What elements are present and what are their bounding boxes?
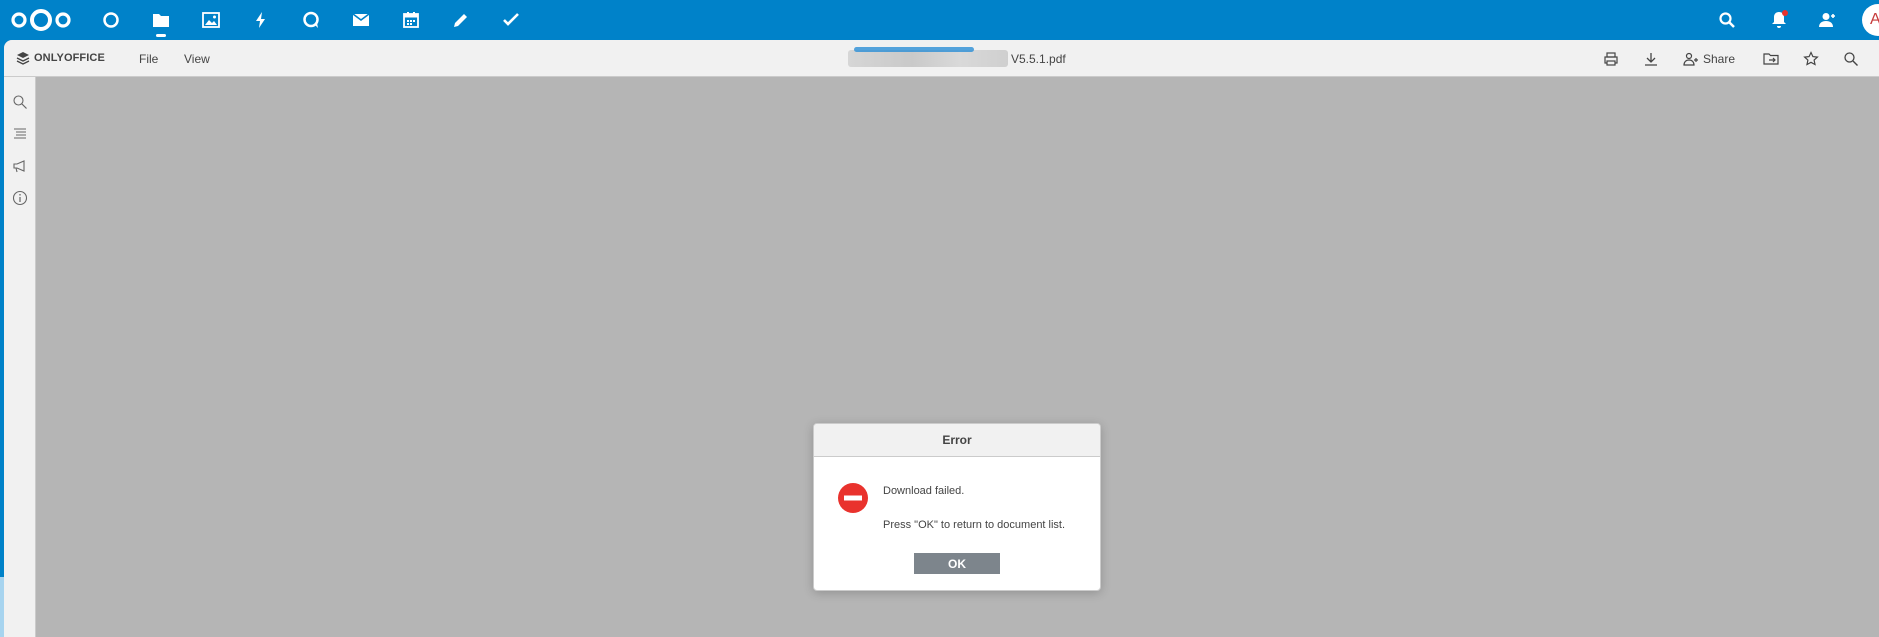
dashboard-circle-icon[interactable]: [98, 7, 124, 33]
nextcloud-header: A: [0, 0, 1879, 40]
left-feedback-button[interactable]: [12, 158, 28, 174]
editor-left-panel: [4, 77, 36, 637]
open-location-button[interactable]: [1763, 49, 1779, 69]
share-button[interactable]: Share: [1683, 49, 1735, 69]
notification-badge: [1782, 10, 1788, 16]
redacted-filename: [848, 47, 1008, 67]
left-about-button[interactable]: [12, 190, 28, 206]
activity-lightning-icon[interactable]: [248, 7, 274, 33]
toolbar-search-button[interactable]: [1843, 49, 1859, 69]
notifications-bell-icon[interactable]: [1766, 7, 1792, 33]
talk-chat-bubble-icon[interactable]: [298, 7, 324, 33]
error-instruction: Press "OK" to return to document list.: [883, 519, 1066, 531]
nextcloud-logo-icon[interactable]: [10, 6, 72, 34]
files-folder-icon[interactable]: [148, 7, 174, 37]
print-button[interactable]: [1603, 49, 1619, 69]
search-icon: [1844, 52, 1858, 66]
star-icon: [1803, 51, 1819, 66]
search-icon[interactable]: [1714, 7, 1740, 33]
error-stop-icon: [837, 482, 869, 514]
contacts-icon[interactable]: [1814, 7, 1840, 33]
onlyoffice-layers-icon: [16, 52, 30, 65]
download-button[interactable]: [1643, 49, 1659, 69]
document-title: V5.5.1.pdf: [848, 47, 1066, 67]
megaphone-icon: [13, 160, 25, 173]
info-icon: [12, 190, 28, 206]
printer-icon: [1604, 52, 1618, 66]
onlyoffice-brand: ONLYOFFICE: [16, 51, 105, 65]
left-search-button[interactable]: [12, 94, 28, 110]
error-dialog: Error Download failed. Press "OK" to ret…: [813, 423, 1101, 591]
dialog-title: Error: [814, 424, 1100, 457]
mail-icon[interactable]: [348, 7, 374, 33]
favorite-button[interactable]: [1803, 49, 1819, 69]
photos-image-icon[interactable]: [198, 7, 224, 33]
download-icon: [1645, 53, 1657, 66]
user-avatar[interactable]: A: [1862, 4, 1879, 36]
editor-toolbar: ONLYOFFICE File View V5.5.1.pdf Share: [4, 40, 1879, 77]
ok-button[interactable]: OK: [914, 553, 1000, 574]
left-navigation-button[interactable]: [12, 126, 28, 142]
headings-list-icon: [14, 128, 26, 139]
search-icon: [13, 95, 27, 109]
folder-arrow-icon: [1763, 53, 1779, 65]
tasks-check-icon[interactable]: [498, 7, 524, 33]
share-label: Share: [1703, 52, 1736, 66]
calendar-icon[interactable]: [398, 7, 424, 33]
menu-view[interactable]: View: [184, 52, 210, 66]
brand-label: ONLYOFFICE: [34, 52, 105, 64]
menu-file[interactable]: File: [139, 52, 158, 66]
error-message: Download failed.: [883, 485, 965, 497]
notes-pencil-icon[interactable]: [448, 7, 474, 33]
document-title-suffix: V5.5.1.pdf: [1011, 51, 1066, 66]
desktop-background-edge: [0, 577, 4, 637]
share-users-icon: [1683, 52, 1698, 66]
